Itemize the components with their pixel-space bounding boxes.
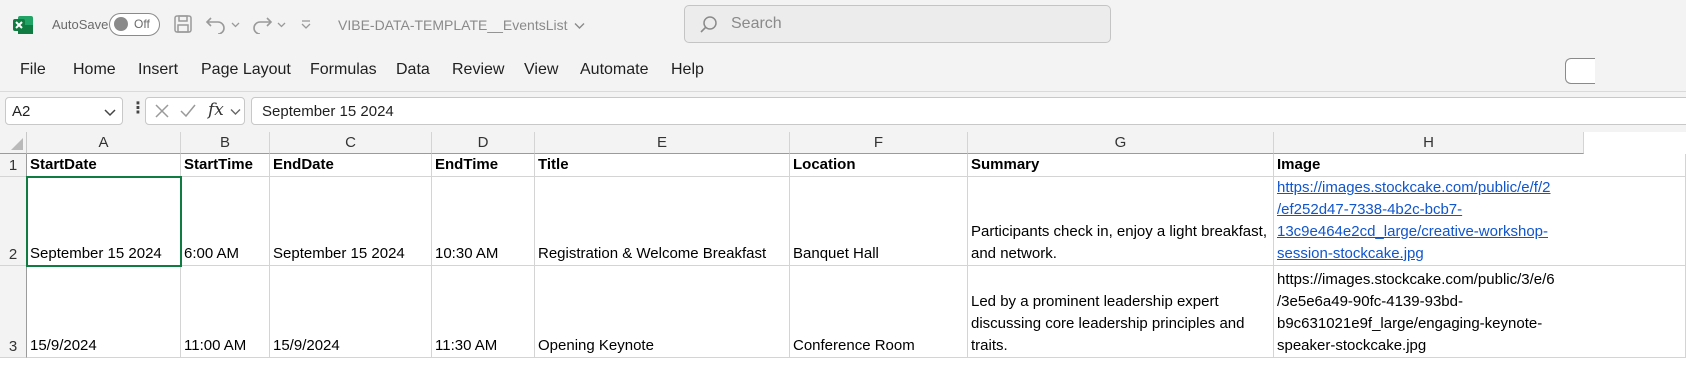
redo-dropdown-icon[interactable]	[277, 13, 286, 35]
image-link-line[interactable]: 13c9e464e2cd_large/creative-workshop-	[1277, 221, 1548, 243]
search-box[interactable]	[684, 5, 1111, 43]
tab-insert[interactable]: Insert	[138, 61, 178, 79]
cell-e2[interactable]: Registration & Welcome Breakfast	[535, 177, 790, 266]
tab-data[interactable]: Data	[396, 61, 430, 79]
cell-b2[interactable]: 6:00 AM	[181, 177, 270, 266]
header-cell-enddate[interactable]: EndDate	[270, 154, 432, 177]
column-header-b[interactable]: B	[181, 132, 270, 154]
row-header-3[interactable]: 3	[0, 266, 27, 358]
cell-g2[interactable]: Participants check in, enjoy a light bre…	[968, 177, 1274, 266]
cell-h3[interactable]: https://images.stockcake.com/public/3/e/…	[1274, 266, 1686, 358]
column-header-d[interactable]: D	[432, 132, 535, 154]
chevron-down-icon	[574, 22, 585, 29]
cell-f3[interactable]: Conference Room	[790, 266, 968, 358]
column-header-g[interactable]: G	[968, 132, 1274, 154]
customize-toolbar-icon[interactable]	[300, 13, 312, 35]
tab-help[interactable]: Help	[671, 61, 704, 79]
cell-d2[interactable]: 10:30 AM	[432, 177, 535, 266]
document-title[interactable]: VIBE-DATA-TEMPLATE__EventsList	[338, 17, 585, 33]
header-cell-image[interactable]: Image	[1274, 154, 1686, 177]
undo-dropdown-icon[interactable]	[231, 13, 240, 35]
column-header-c[interactable]: C	[270, 132, 432, 154]
header-cell-location[interactable]: Location	[790, 154, 968, 177]
name-box-value: A2	[12, 103, 31, 120]
redo-icon[interactable]	[251, 13, 273, 35]
cell-h2[interactable]: https://images.stockcake.com/public/e/f/…	[1274, 177, 1686, 266]
column-header-e[interactable]: E	[535, 132, 790, 154]
document-title-text: VIBE-DATA-TEMPLATE__EventsList	[338, 17, 568, 33]
cell-a2[interactable]: September 15 2024	[26, 176, 182, 267]
save-icon[interactable]	[173, 13, 193, 35]
search-input[interactable]	[731, 13, 1091, 35]
search-icon	[700, 16, 717, 33]
insert-function-icon[interactable]: fx	[208, 100, 224, 120]
cell-b3[interactable]: 11:00 AM	[181, 266, 270, 358]
cancel-icon[interactable]	[152, 101, 172, 121]
column-header-h[interactable]: H	[1274, 132, 1584, 154]
autosave-state: Off	[134, 17, 150, 31]
tab-formulas[interactable]: Formulas	[310, 61, 377, 79]
enter-check-icon[interactable]	[178, 101, 198, 121]
cell-c2[interactable]: September 15 2024	[270, 177, 432, 266]
tab-view[interactable]: View	[524, 61, 558, 79]
ribbon-tabs: File Home Insert Page Layout Formulas Da…	[0, 50, 1686, 92]
cell-a3[interactable]: 15/9/2024	[27, 266, 181, 358]
column-header-a[interactable]: A	[27, 132, 181, 154]
comments-button[interactable]	[1565, 58, 1595, 84]
cell-g3[interactable]: Led by a prominent leadership expert dis…	[968, 266, 1274, 358]
formula-input[interactable]: September 15 2024	[251, 97, 1686, 125]
chevron-down-icon[interactable]	[230, 106, 241, 117]
toggle-knob	[114, 17, 128, 31]
cell-e3[interactable]: Opening Keynote	[535, 266, 790, 358]
image-link-line[interactable]: session-stockcake.jpg	[1277, 243, 1424, 265]
excel-logo-icon[interactable]	[12, 14, 34, 36]
row-header-1[interactable]: 1	[0, 154, 27, 177]
image-url-line: https://images.stockcake.com/public/3/e/…	[1277, 271, 1555, 288]
autosave-toggle[interactable]: Off	[109, 13, 160, 36]
image-url-line: b9c631021e9f_large/engaging-keynote-	[1277, 315, 1543, 332]
header-cell-title[interactable]: Title	[535, 154, 790, 177]
tab-home[interactable]: Home	[73, 61, 116, 79]
tab-review[interactable]: Review	[452, 61, 504, 79]
cell-f2[interactable]: Banquet Hall	[790, 177, 968, 266]
chevron-down-icon[interactable]	[104, 106, 116, 118]
more-options-icon[interactable]: ⋮	[130, 101, 146, 117]
image-url-line: speaker-stockcake.jpg	[1277, 337, 1427, 354]
select-all-button[interactable]	[0, 132, 27, 154]
header-cell-starttime[interactable]: StartTime	[181, 154, 270, 177]
image-link-line[interactable]: /ef252d47-7338-4b2c-bcb7-	[1277, 199, 1462, 221]
formula-bar: A2 ⋮ fx September 15 2024	[0, 92, 1686, 130]
column-header-f[interactable]: F	[790, 132, 968, 154]
row-header-2[interactable]: 2	[0, 177, 27, 266]
formula-buttons: fx	[145, 97, 245, 125]
select-all-triangle-icon	[11, 138, 23, 150]
header-cell-summary[interactable]: Summary	[968, 154, 1274, 177]
header-cell-startdate[interactable]: StartDate	[27, 154, 181, 177]
image-link-line[interactable]: https://images.stockcake.com/public/e/f/…	[1277, 177, 1550, 199]
spreadsheet-grid: A B C D E F G H 1 2 3 StartDate StartTim…	[0, 132, 1686, 382]
name-box[interactable]: A2	[5, 97, 123, 125]
undo-icon[interactable]	[205, 13, 227, 35]
image-url-line: /3e5e6a49-90fc-4139-93bd-	[1277, 293, 1463, 310]
tab-page-layout[interactable]: Page Layout	[201, 61, 291, 79]
tab-file[interactable]: File	[20, 61, 46, 79]
cell-c3[interactable]: 15/9/2024	[270, 266, 432, 358]
formula-value: September 15 2024	[262, 103, 394, 120]
cell-d3[interactable]: 11:30 AM	[432, 266, 535, 358]
autosave-label: AutoSave	[52, 17, 109, 32]
tab-automate[interactable]: Automate	[580, 61, 648, 79]
title-bar: AutoSave Off VIBE-DATA-TEMPLATE__EventsL…	[0, 0, 1686, 50]
header-cell-endtime[interactable]: EndTime	[432, 154, 535, 177]
